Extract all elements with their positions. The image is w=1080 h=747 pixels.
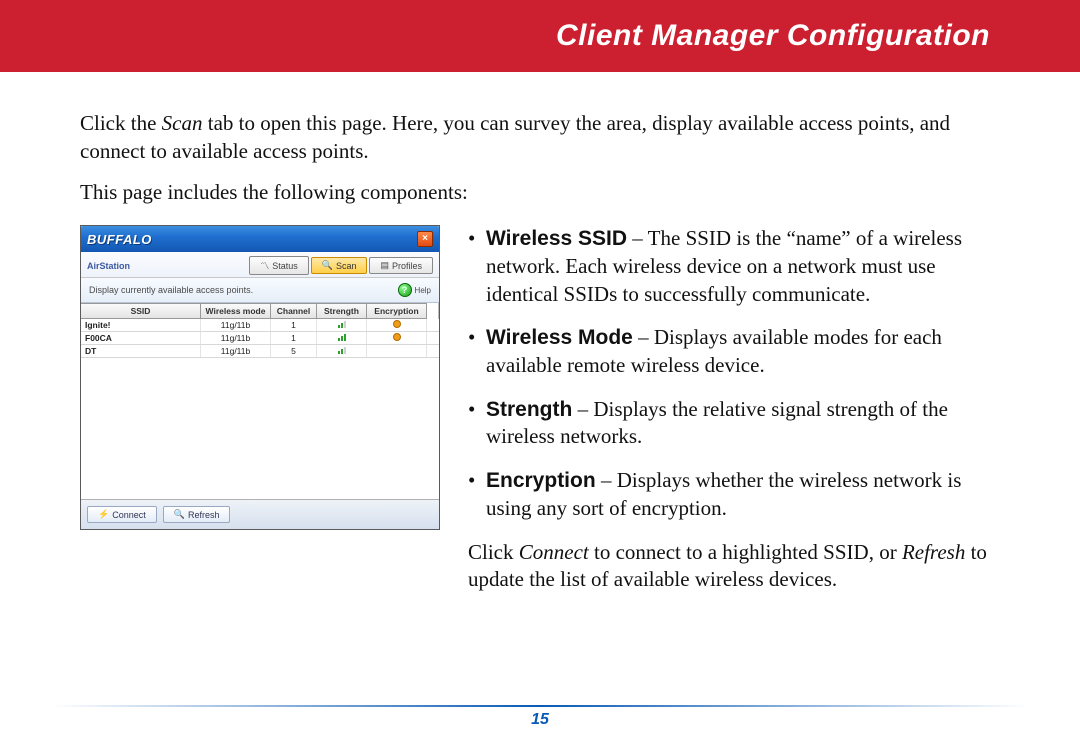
intro-paragraph-1: Click the Scan tab to open this page. He… <box>80 110 1000 165</box>
cell-ssid: F00CA <box>81 332 201 344</box>
refresh-word: Refresh <box>902 540 965 564</box>
intro-p1-pre: Click the <box>80 111 162 135</box>
lock-icon <box>393 333 401 341</box>
help-icon[interactable]: ? <box>398 283 412 297</box>
term: Encryption <box>486 469 596 492</box>
component-bullets: Wireless SSID – The SSID is the “name” o… <box>468 225 1000 594</box>
bullet-wireless-ssid: Wireless SSID – The SSID is the “name” o… <box>468 225 1000 308</box>
profiles-icon: ▤ <box>380 260 389 271</box>
scan-word: Scan <box>162 111 203 135</box>
cell-encryption <box>367 332 427 344</box>
table-body: Ignite! 11g/11b 1 F00CA 11g/11b 1 <box>81 319 439 499</box>
cell-ssid: Ignite! <box>81 319 201 331</box>
cell-mode: 11g/11b <box>201 332 271 344</box>
intro-paragraph-2: This page includes the following compone… <box>80 179 1000 207</box>
after-pre: Click <box>468 540 519 564</box>
signal-bars-icon <box>338 333 346 341</box>
cell-mode: 11g/11b <box>201 319 271 331</box>
tab-scan-label: Scan <box>336 261 357 271</box>
page-number: 15 <box>0 711 1080 729</box>
term: Wireless Mode <box>486 326 633 349</box>
product-name-main: AirStation <box>87 261 130 271</box>
connect-button[interactable]: ⚡ Connect <box>87 506 157 523</box>
tab-profiles-label: Profiles <box>392 261 422 271</box>
close-icon[interactable]: × <box>417 231 433 247</box>
signal-bars-icon <box>338 320 346 328</box>
table-row[interactable]: F00CA 11g/11b 1 <box>81 332 439 345</box>
cell-channel: 5 <box>271 345 317 357</box>
cell-strength <box>317 332 367 344</box>
term: Strength <box>486 398 572 421</box>
brand-logo: BUFFALO <box>87 232 152 247</box>
cell-channel: 1 <box>271 319 317 331</box>
col-strength[interactable]: Strength <box>317 303 367 319</box>
lock-icon <box>393 320 401 328</box>
after-mid: to connect to a highlighted SSID, or <box>589 540 902 564</box>
col-mode[interactable]: Wireless mode <box>201 303 271 319</box>
body-area: Click the Scan tab to open this page. He… <box>0 72 1080 594</box>
page-title: Client Manager Configuration <box>556 19 990 53</box>
cell-encryption <box>367 345 427 357</box>
clientmanager-screenshot: BUFFALO × AirStation 〽 Status 🔍 Scan <box>80 225 440 530</box>
tab-status[interactable]: 〽 Status <box>249 256 309 275</box>
col-channel[interactable]: Channel <box>271 303 317 319</box>
connect-word: Connect <box>519 540 589 564</box>
cell-ssid: DT <box>81 345 201 357</box>
term: Wireless SSID <box>486 227 627 250</box>
refresh-button[interactable]: 🔍 Refresh <box>163 506 231 523</box>
col-encryption[interactable]: Encryption <box>367 303 427 319</box>
toolbar-caption-row: Display currently available access point… <box>81 278 439 303</box>
bullet-list: Wireless SSID – The SSID is the “name” o… <box>468 225 1000 522</box>
table-header-row: SSID Wireless mode Channel Strength Encr… <box>81 303 439 319</box>
intro-p1-post: tab to open this page. Here, you can sur… <box>80 111 950 163</box>
signal-bars-icon <box>338 346 346 354</box>
cell-encryption <box>367 319 427 331</box>
bullet-wireless-mode: Wireless Mode – Displays available modes… <box>468 324 1000 379</box>
tab-scan[interactable]: 🔍 Scan <box>311 257 368 274</box>
header-band: Client Manager Configuration <box>0 0 1080 72</box>
tab-status-label: Status <box>272 261 298 271</box>
product-name: AirStation <box>87 261 130 271</box>
two-column-layout: BUFFALO × AirStation 〽 Status 🔍 Scan <box>80 225 1000 594</box>
cell-strength <box>317 319 367 331</box>
bullet-encryption: Encryption – Displays whether the wirele… <box>468 467 1000 522</box>
refresh-label: Refresh <box>188 510 220 520</box>
document-page: Client Manager Configuration Click the S… <box>0 0 1080 747</box>
toolbar-caption: Display currently available access point… <box>89 285 253 295</box>
window-titlebar: BUFFALO × <box>81 226 439 252</box>
help-label: Help <box>415 286 431 295</box>
col-ssid[interactable]: SSID <box>81 303 201 319</box>
bolt-icon: ⚡ <box>98 509 109 520</box>
bullet-strength: Strength – Displays the relative signal … <box>468 396 1000 451</box>
after-bullets-paragraph: Click Connect to connect to a highlighte… <box>468 539 1000 594</box>
refresh-icon: 🔍 <box>174 509 185 520</box>
search-icon: 🔍 <box>322 260 333 271</box>
footer-rule <box>50 705 1030 707</box>
screenshot-footer: ⚡ Connect 🔍 Refresh <box>81 499 439 529</box>
table-row[interactable]: DT 11g/11b 5 <box>81 345 439 358</box>
status-icon: 〽 <box>260 259 269 272</box>
cell-channel: 1 <box>271 332 317 344</box>
cell-mode: 11g/11b <box>201 345 271 357</box>
cell-strength <box>317 345 367 357</box>
table-row[interactable]: Ignite! 11g/11b 1 <box>81 319 439 332</box>
product-subheader: AirStation 〽 Status 🔍 Scan ▤ Profiles <box>81 252 439 278</box>
connect-label: Connect <box>112 510 146 520</box>
tab-profiles[interactable]: ▤ Profiles <box>369 257 433 274</box>
